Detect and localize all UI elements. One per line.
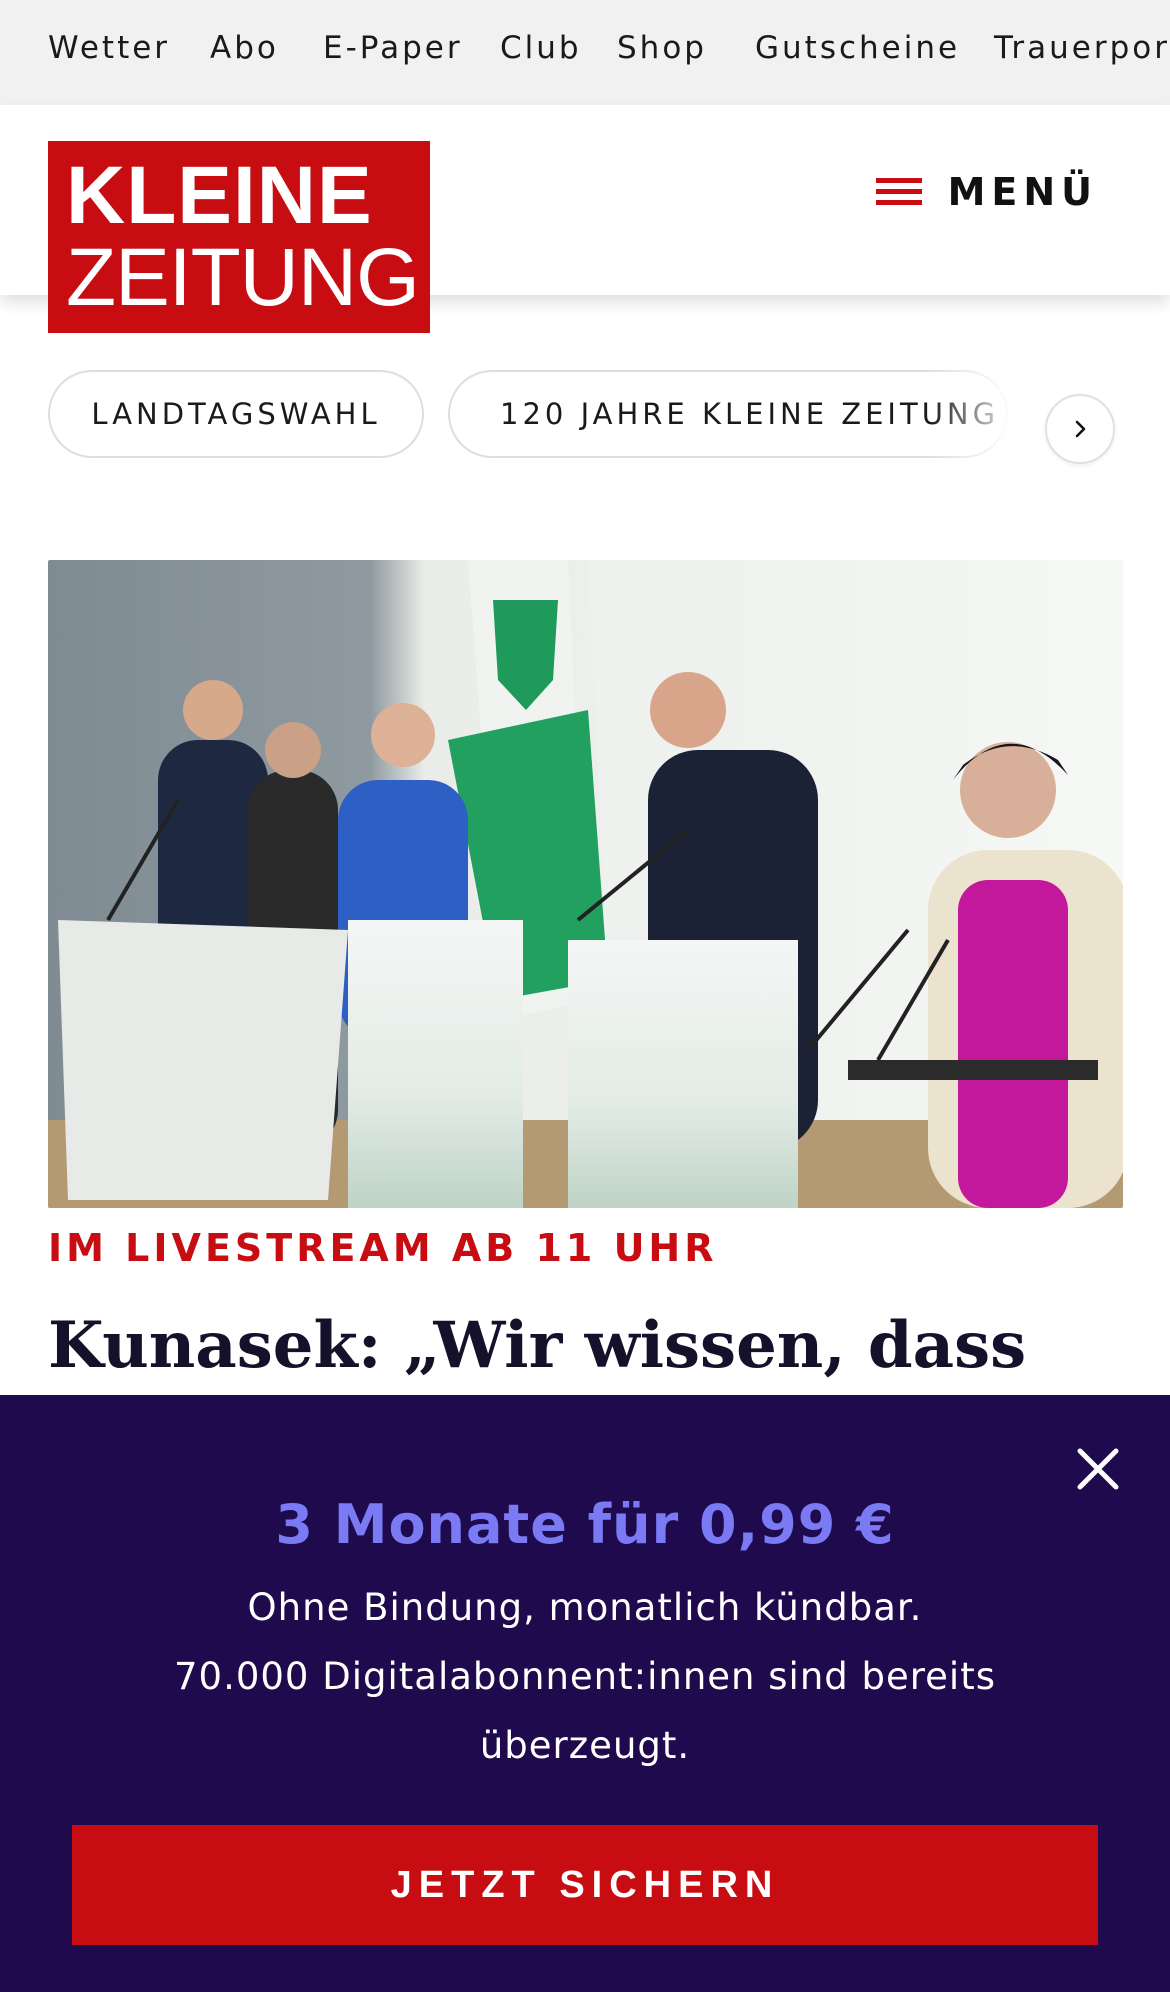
promo-line-2: 70.000 Digitalabonnent:innen sind bereit… (174, 1655, 996, 1767)
close-promo-button[interactable] (1074, 1445, 1122, 1493)
logo-line-2: ZEITUNG (66, 232, 420, 323)
topic-pill-120-jahre[interactable]: 120 JAHRE KLEINE ZEITUNG (448, 370, 1008, 458)
topic-pill-landtagswahl[interactable]: LANDTAGSWAHL (48, 370, 424, 458)
subscribe-cta-button[interactable]: JETZT SICHERN (72, 1825, 1098, 1945)
article-kicker: IM LIVESTREAM AB 11 UHR (48, 1226, 748, 1270)
pill-fade-overlay (930, 360, 1040, 470)
article-headline[interactable]: Kunasek: „Wir wissen, dass (48, 1308, 1026, 1383)
hamburger-icon (875, 175, 922, 209)
promo-line-1: Ohne Bindung, monatlich kündbar. (247, 1586, 923, 1629)
topnav-item-trauerportal[interactable]: Trauerportal (994, 30, 1170, 66)
menu-button[interactable]: MENÜ (875, 167, 1098, 217)
scroll-next-button[interactable] (1045, 394, 1115, 464)
topnav-item-gutscheine[interactable]: Gutscheine (755, 30, 960, 66)
topnav-item-abo[interactable]: Abo (210, 30, 279, 66)
top-utility-nav: Wetter Abo E-Paper Club Shop Gutscheine … (0, 0, 1170, 105)
chevron-right-icon (1075, 420, 1086, 438)
topnav-item-wetter[interactable]: Wetter (48, 30, 170, 66)
menu-label: MENÜ (947, 170, 1098, 214)
promo-description: Ohne Bindung, monatlich kündbar. 70.000 … (135, 1573, 1035, 1780)
topnav-item-shop[interactable]: Shop (617, 30, 707, 66)
topnav-item-club[interactable]: Club (500, 30, 582, 66)
subscription-promo-overlay: 3 Monate für 0,99 € Ohne Bindung, monatl… (0, 1395, 1170, 1992)
hero-image[interactable] (48, 560, 1123, 1208)
logo-line-1: KLEINE (66, 150, 373, 241)
close-icon (1077, 1448, 1119, 1490)
topnav-item-epaper[interactable]: E-Paper (323, 30, 463, 66)
site-logo[interactable]: KLEINE ZEITUNG (48, 141, 430, 333)
promo-title: 3 Monate für 0,99 € (275, 1493, 895, 1556)
